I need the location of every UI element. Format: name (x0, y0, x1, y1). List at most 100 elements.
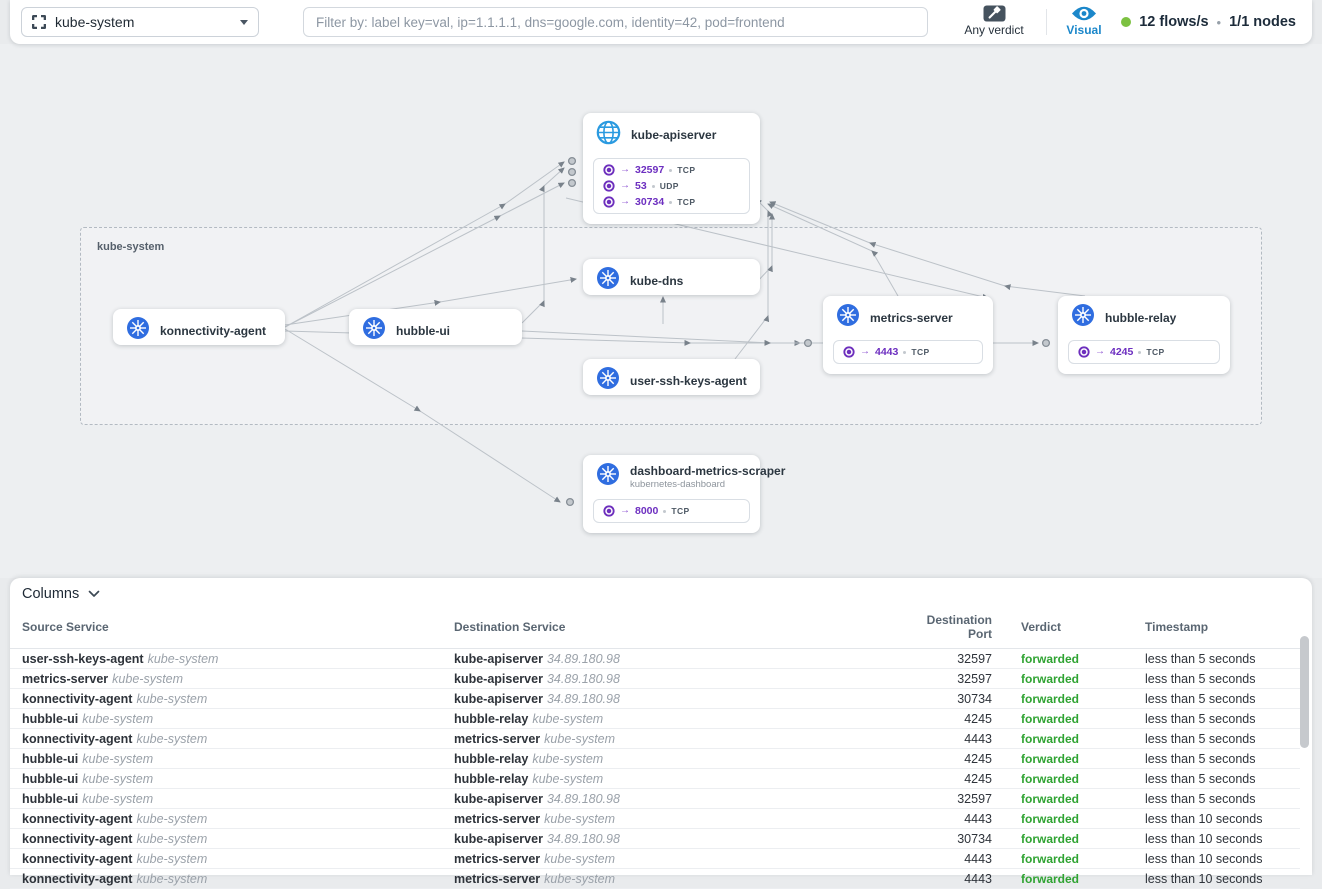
visual-mode-label: Visual (1066, 23, 1101, 37)
source-service: hubble-ui (22, 792, 78, 806)
flow-row[interactable]: konnectivity-agentkube-system kube-apise… (10, 689, 1300, 709)
flow-row[interactable]: hubble-uikube-system hubble-relaykube-sy… (10, 769, 1300, 789)
flow-row[interactable]: user-ssh-keys-agentkube-system kube-apis… (10, 649, 1300, 669)
flow-row[interactable]: hubble-uikube-system hubble-relaykube-sy… (10, 709, 1300, 729)
service-node-kube-dns[interactable]: kube-dns (583, 259, 760, 295)
destination-meta: kube-system (544, 812, 615, 826)
source-namespace: kube-system (148, 652, 219, 666)
port-list: →4443TCP (833, 340, 983, 364)
flow-row[interactable]: hubble-uikube-system kube-apiserver34.89… (10, 789, 1300, 809)
source-namespace: kube-system (136, 872, 207, 886)
namespace-value: kube-system (55, 14, 231, 30)
port-row[interactable]: →32597TCP (594, 162, 749, 178)
port-icon (843, 346, 855, 358)
col-verdict[interactable]: Verdict (1008, 609, 1133, 649)
service-node-title: kube-dns (630, 274, 683, 288)
col-destination-port[interactable]: Destination Port (926, 609, 1008, 649)
flow-filter-input[interactable] (303, 7, 928, 37)
flow-row[interactable]: konnectivity-agentkube-system metrics-se… (10, 849, 1300, 869)
flow-row[interactable]: konnectivity-agentkube-system metrics-se… (10, 729, 1300, 749)
namespace-select[interactable]: kube-system (21, 7, 259, 37)
scrollbar-thumb[interactable] (1300, 636, 1309, 748)
verdict-badge: forwarded (1021, 672, 1079, 686)
timestamp: less than 5 seconds (1133, 789, 1300, 809)
source-service: konnectivity-agent (22, 812, 132, 826)
flow-row[interactable]: konnectivity-agentkube-system metrics-se… (10, 869, 1300, 889)
source-namespace: kube-system (136, 832, 207, 846)
dot-separator-icon (663, 510, 666, 513)
port-row[interactable]: →53UDP (594, 178, 749, 194)
flow-row[interactable]: hubble-uikube-system hubble-relaykube-sy… (10, 749, 1300, 769)
kubernetes-icon (596, 462, 620, 491)
flows-table: Source Service Destination Service Desti… (10, 609, 1300, 889)
service-node-hubble-ui[interactable]: hubble-ui (349, 309, 522, 345)
columns-label: Columns (22, 586, 79, 602)
source-namespace: kube-system (136, 812, 207, 826)
namespace-icon (32, 15, 46, 29)
kubernetes-icon (596, 366, 620, 390)
source-service: hubble-ui (22, 752, 78, 766)
source-namespace: kube-system (112, 672, 183, 686)
port-protocol: TCP (677, 197, 695, 207)
flow-row[interactable]: konnectivity-agent kube-system metrics-se… (10, 809, 1300, 829)
port-number: 4443 (875, 346, 898, 358)
port-number: 4245 (1110, 346, 1133, 358)
port-row[interactable]: →30734TCP (594, 194, 749, 210)
kubernetes-icon (1071, 303, 1095, 332)
verdict-badge: forwarded (1021, 732, 1079, 746)
kubernetes-icon (362, 316, 386, 345)
destination-service: hubble-relay (454, 712, 528, 726)
status-stats: 12 flows/s • 1/1 nodes (1121, 0, 1296, 44)
source-service: konnectivity-agent (22, 852, 132, 866)
port-number: 53 (635, 180, 647, 192)
arrow-right-icon: → (1095, 347, 1105, 357)
service-node-title: metrics-server (870, 311, 953, 325)
col-source-service[interactable]: Source Service (10, 609, 454, 649)
destination-port: 30734 (926, 689, 1008, 709)
col-timestamp[interactable]: Timestamp (1133, 609, 1300, 649)
visual-mode-button[interactable]: Visual (1054, 5, 1114, 37)
globe-icon (596, 120, 621, 150)
service-node-metrics-server[interactable]: metrics-server →4443TCP (823, 296, 993, 374)
service-node-dashboard-metrics-scraper[interactable]: dashboard-metrics-scraper kubernetes-das… (583, 455, 760, 533)
port-protocol: TCP (911, 347, 929, 357)
service-node-user-ssh-keys-agent[interactable]: user-ssh-keys-agent (583, 359, 760, 395)
source-service: konnectivity-agent (22, 872, 132, 886)
timestamp: less than 5 seconds (1133, 729, 1300, 749)
destination-service: metrics-server (454, 812, 540, 826)
source-namespace: kube-system (136, 852, 207, 866)
port-icon (603, 505, 615, 517)
flow-row[interactable]: konnectivity-agentkube-system kube-apise… (10, 829, 1300, 849)
timestamp: less than 5 seconds (1133, 749, 1300, 769)
source-namespace: kube-system (82, 752, 153, 766)
port-protocol: UDP (660, 181, 679, 191)
port-row[interactable]: →8000TCP (594, 503, 749, 519)
flow-row[interactable]: metrics-serverkube-system kube-apiserver… (10, 669, 1300, 689)
destination-service: hubble-relay (454, 772, 528, 786)
dot-separator-icon (903, 351, 906, 354)
port-row[interactable]: →4443TCP (834, 344, 982, 360)
service-node-hubble-relay[interactable]: hubble-relay →4245TCP (1058, 296, 1230, 374)
verdict-filter-label: Any verdict (964, 23, 1023, 37)
port-row[interactable]: →4245TCP (1069, 344, 1219, 360)
kubernetes-icon (126, 316, 150, 345)
arrow-right-icon: → (620, 165, 630, 175)
flows-rate: 12 flows/s (1139, 14, 1208, 30)
timestamp: less than 5 seconds (1133, 669, 1300, 689)
verdict-badge: forwarded (1021, 652, 1079, 666)
timestamp: less than 5 seconds (1133, 709, 1300, 729)
kubernetes-icon (836, 303, 860, 327)
service-node-title: kube-apiserver (631, 128, 716, 142)
service-node-kube-apiserver[interactable]: kube-apiserver →32597TCP→ 53 UDP →30734TCP (583, 113, 760, 224)
verdict-filter-button[interactable]: Any verdict (948, 5, 1040, 37)
timestamp: less than 5 seconds (1133, 769, 1300, 789)
service-map[interactable]: kube-system kube-apiserver →32597TCP→53U… (0, 44, 1322, 578)
destination-meta: kube-system (532, 752, 603, 766)
verdict-badge: forwarded (1021, 812, 1079, 826)
service-node-konnectivity-agent[interactable]: konnectivity-agent (113, 309, 285, 345)
table-scrollbar[interactable] (1300, 636, 1309, 871)
timestamp: less than 10 seconds (1133, 849, 1300, 869)
columns-toggle[interactable]: Columns (10, 578, 1312, 609)
col-destination-service[interactable]: Destination Service (454, 609, 926, 649)
dot-separator-icon (669, 201, 672, 204)
